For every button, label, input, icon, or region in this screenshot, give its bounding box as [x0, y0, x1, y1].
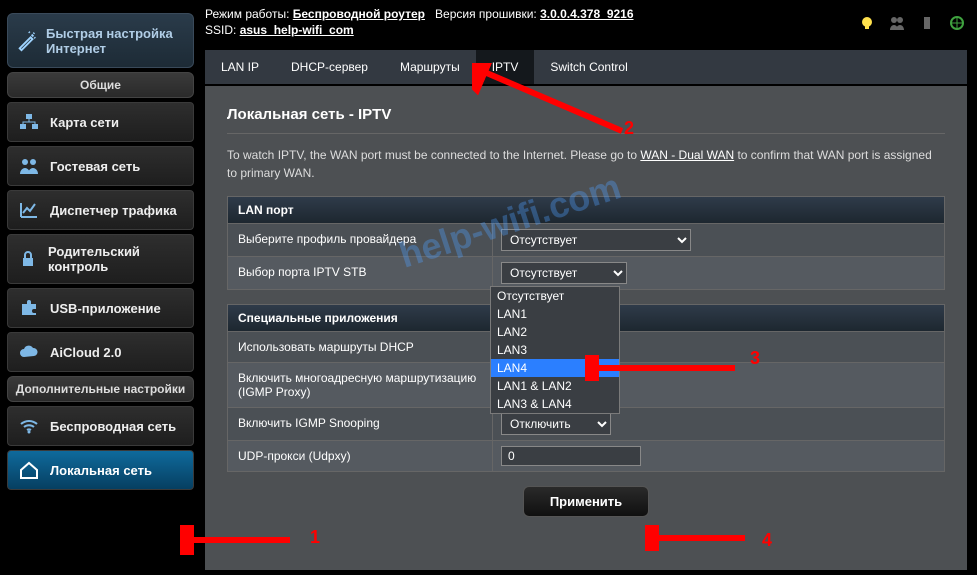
page-description: To watch IPTV, the WAN port must be conn… — [227, 146, 945, 182]
iptv-stb-dropdown-list: Отсутствует LAN1 LAN2 LAN3 LAN4 LAN1 & L… — [490, 286, 620, 414]
dropdown-option[interactable]: LAN1 — [491, 305, 619, 323]
igmp-proxy-label: Включить многоадресную маршрутизацию (IG… — [228, 363, 493, 407]
dhcp-routes-label: Использовать маршруты DHCP — [228, 332, 493, 362]
apply-button[interactable]: Применить — [523, 486, 649, 517]
usb-status-icon[interactable] — [919, 15, 935, 34]
menu-lan[interactable]: Локальная сеть — [7, 450, 194, 490]
tab-dhcp[interactable]: DHCP-сервер — [275, 50, 384, 84]
lan-port-panel: LAN порт Выберите профиль провайдера Отс… — [227, 196, 945, 290]
udpxy-input[interactable] — [501, 446, 641, 466]
isp-profile-select[interactable]: Отсутствует — [501, 229, 691, 251]
dropdown-option[interactable]: LAN1 & LAN2 — [491, 377, 619, 395]
chart-icon — [18, 200, 40, 220]
topbar: Режим работы: Беспроводной роутер Версия… — [205, 5, 967, 39]
iptv-stb-port-label: Выбор порта IPTV STB — [228, 257, 493, 289]
annotation-1: 1 — [310, 527, 320, 548]
menu-label: USB-приложение — [50, 301, 161, 316]
users-icon[interactable] — [889, 15, 905, 34]
cloud-icon — [18, 342, 40, 362]
tab-lan-ip[interactable]: LAN IP — [205, 50, 275, 84]
network-icon — [18, 112, 40, 132]
lan-port-header: LAN порт — [228, 197, 944, 223]
mode-value[interactable]: Беспроводной роутер — [293, 7, 425, 21]
isp-profile-label: Выберите профиль провайдера — [228, 224, 493, 256]
wan-link[interactable]: WAN - Dual WAN — [640, 148, 734, 162]
ssid-label: SSID: — [205, 23, 236, 37]
annotation-4: 4 — [762, 530, 772, 551]
dropdown-option[interactable]: LAN3 & LAN4 — [491, 395, 619, 413]
globe-icon[interactable] — [949, 15, 965, 34]
quick-setup-label: Быстрая настройка Интернет — [46, 26, 185, 56]
fw-label: Версия прошивки: — [435, 7, 537, 21]
dropdown-option[interactable]: Отсутствует — [491, 287, 619, 305]
tab-routes[interactable]: Маршруты — [384, 50, 476, 84]
dropdown-option[interactable]: LAN4 — [491, 359, 619, 377]
lock-icon — [18, 249, 38, 269]
people-icon — [18, 156, 40, 176]
tab-switch-control[interactable]: Switch Control — [534, 50, 643, 84]
bulb-icon[interactable] — [859, 15, 875, 34]
wifi-icon — [18, 416, 40, 436]
menu-label: Карта сети — [50, 115, 119, 130]
top-icons — [859, 15, 965, 34]
menu-label: AiCloud 2.0 — [50, 345, 122, 360]
annotation-3: 3 — [750, 348, 760, 369]
menu-label: Гостевая сеть — [50, 159, 140, 174]
menu-label: Родительский контроль — [48, 244, 183, 274]
wand-icon — [16, 31, 38, 51]
menu-aicloud[interactable]: AiCloud 2.0 — [7, 332, 194, 372]
fw-value[interactable]: 3.0.0.4.378_9216 — [540, 7, 633, 21]
iptv-stb-port-select[interactable]: Отсутствует — [501, 262, 627, 284]
menu-guest-network[interactable]: Гостевая сеть — [7, 146, 194, 186]
mode-label: Режим работы: — [205, 7, 289, 21]
menu-label: Беспроводная сеть — [50, 419, 176, 434]
puzzle-icon — [18, 298, 40, 318]
section-advanced: Дополнительные настройки — [7, 376, 194, 402]
igmp-snooping-select[interactable]: Отключить — [501, 413, 611, 435]
menu-parental-control[interactable]: Родительский контроль — [7, 234, 194, 284]
menu-label: Диспетчер трафика — [50, 203, 177, 218]
dropdown-option[interactable]: LAN3 — [491, 341, 619, 359]
section-general: Общие — [7, 72, 194, 98]
tabs: LAN IP DHCP-сервер Маршруты IPTV Switch … — [205, 50, 967, 84]
menu-usb-app[interactable]: USB-приложение — [7, 288, 194, 328]
home-icon — [18, 460, 40, 480]
page-title: Локальная сеть - IPTV — [227, 100, 945, 134]
tab-iptv[interactable]: IPTV — [476, 50, 535, 84]
menu-label: Локальная сеть — [50, 463, 152, 478]
quick-internet-setup[interactable]: Быстрая настройка Интернет — [7, 13, 194, 68]
udpxy-label: UDP-прокси (Udpxy) — [228, 441, 493, 471]
igmp-snooping-label: Включить IGMP Snooping — [228, 408, 493, 440]
menu-network-map[interactable]: Карта сети — [7, 102, 194, 142]
annotation-2: 2 — [624, 118, 634, 139]
dropdown-option[interactable]: LAN2 — [491, 323, 619, 341]
menu-wireless[interactable]: Беспроводная сеть — [7, 406, 194, 446]
ssid-value[interactable]: asus_help-wifi_com — [240, 23, 354, 37]
menu-traffic-manager[interactable]: Диспетчер трафика — [7, 190, 194, 230]
